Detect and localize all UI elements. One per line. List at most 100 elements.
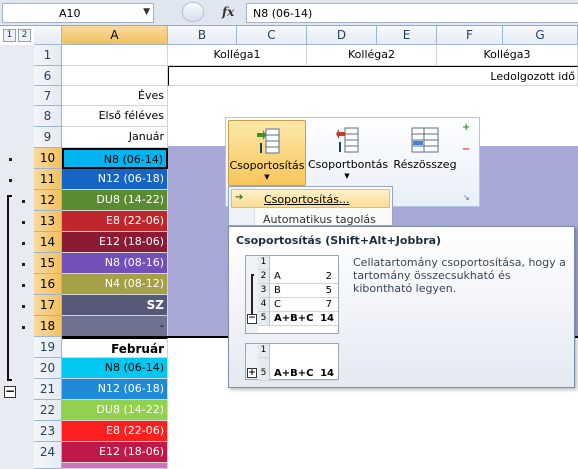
column-header-c[interactable]: C: [237, 26, 307, 45]
menu-item-group-label: Csoportosítás...: [264, 193, 350, 206]
cell-a18[interactable]: -: [62, 316, 168, 337]
cell-a17[interactable]: SZ: [62, 295, 168, 316]
insert-function-button[interactable]: fx: [222, 5, 234, 19]
outline-dot: [22, 263, 25, 266]
name-box[interactable]: A10 ▼: [2, 3, 154, 23]
cell-a13[interactable]: E8 (22-06): [62, 211, 168, 232]
hide-detail-icon[interactable]: −: [462, 144, 474, 155]
column-header-a[interactable]: A: [62, 26, 168, 45]
example-row-header: 3: [258, 284, 270, 298]
column-header-e[interactable]: E: [377, 26, 437, 45]
outline-level-1-button[interactable]: 1: [3, 29, 16, 42]
outline-level-2-button[interactable]: 2: [18, 29, 31, 42]
outline-dot: [9, 179, 12, 182]
cell-a14[interactable]: E12 (18-06): [62, 232, 168, 253]
example-bracket: [251, 274, 254, 318]
example-row: A+B+C 14: [270, 367, 338, 381]
outline-dot: [22, 221, 25, 224]
example-cell: 2: [325, 271, 332, 282]
row-header[interactable]: 1: [34, 45, 62, 66]
ungroup-button[interactable]: Csoportbontás ▼: [308, 120, 388, 186]
column-header-d[interactable]: D: [307, 26, 377, 45]
row-header[interactable]: 13: [34, 211, 62, 232]
row-header[interactable]: 14: [34, 232, 62, 253]
formula-input[interactable]: N8 (06-14): [246, 3, 578, 23]
cell-a6[interactable]: [62, 66, 168, 86]
ungroup-icon: [336, 127, 359, 153]
outline-dot: [22, 326, 25, 329]
select-all-corner[interactable]: [34, 26, 62, 45]
row-header[interactable]: 24: [34, 442, 62, 469]
row-header[interactable]: 21: [34, 379, 62, 400]
row-header[interactable]: 9: [34, 127, 62, 148]
chevron-down-icon: ▼: [264, 173, 270, 181]
row-header[interactable]: 12: [34, 190, 62, 211]
example-cell: 7: [325, 299, 332, 310]
subtotal-button[interactable]: Részösszeg: [390, 120, 460, 186]
cell-a7[interactable]: Éves: [62, 86, 168, 106]
example-expanded-table: 1 2 3 4 5 A2 B5 C7 A+B+C 14 −: [245, 255, 339, 334]
formula-value: N8 (06-14): [253, 7, 313, 20]
cell-a16[interactable]: N4 (08-12): [62, 274, 168, 295]
cell-a21[interactable]: N12 (06-18): [62, 379, 168, 400]
row-header[interactable]: 23: [34, 421, 62, 442]
example-cell: A+B+C: [274, 313, 314, 324]
cell-a12[interactable]: DU8 (14-22): [62, 190, 168, 211]
row-header[interactable]: 8: [34, 106, 62, 127]
row-header[interactable]: 18: [34, 316, 62, 337]
cell-a10[interactable]: N8 (06-14): [62, 148, 168, 169]
show-detail-icon[interactable]: +: [462, 122, 474, 133]
subtotal-icon: [411, 127, 439, 153]
row-header[interactable]: 16: [34, 274, 62, 295]
chevron-down-icon: ▼: [344, 172, 350, 180]
cell-a24[interactable]: E12 (18-06): [62, 442, 168, 463]
row-header[interactable]: 6: [34, 66, 62, 86]
header-kollega1[interactable]: Kolléga1: [168, 45, 307, 66]
row-header[interactable]: 19: [34, 337, 62, 358]
cell-a9[interactable]: Január: [62, 127, 168, 148]
row-header[interactable]: 17: [34, 295, 62, 316]
example-plus-icon: +: [247, 368, 257, 378]
example-cell: 14: [320, 368, 334, 379]
cell-a8[interactable]: Első féléves: [62, 106, 168, 127]
collapse-group-button[interactable]: −: [4, 385, 16, 398]
example-cell: C: [274, 299, 281, 310]
header-kollega3[interactable]: Kolléga3: [437, 45, 578, 66]
row-header[interactable]: 7: [34, 86, 62, 106]
example-cell: 5: [325, 285, 332, 296]
example-cell: B: [274, 285, 281, 296]
cell-a22[interactable]: DU8 (14-22): [62, 400, 168, 421]
tooltip-title: Csoportosítás (Shift+Alt+Jobbra): [236, 234, 442, 247]
name-box-value: A10: [59, 7, 81, 20]
example-row-header: 1: [258, 256, 270, 270]
menu-item-group[interactable]: Csoportosítás...: [231, 189, 390, 208]
cell-a19[interactable]: Február: [62, 337, 168, 358]
row-header[interactable]: 15: [34, 253, 62, 274]
group-button[interactable]: Csoportosítás ▼: [228, 120, 306, 186]
row-header[interactable]: 11: [34, 169, 62, 190]
example-row-header: 1: [258, 344, 270, 358]
tooltip-description: Cellatartomány csoportosítása, hogy a ta…: [353, 256, 566, 295]
cell-a1[interactable]: [62, 45, 168, 66]
menu-item-auto-outline[interactable]: Automatikus tagolás: [263, 213, 376, 226]
outline-pane: −: [0, 45, 34, 469]
column-header-f[interactable]: F: [437, 26, 503, 45]
cell-ledolgozott-ido[interactable]: Ledolgozott idő: [168, 66, 578, 86]
row-header[interactable]: 22: [34, 400, 62, 421]
column-header-b[interactable]: B: [168, 26, 237, 45]
collapse-formula-icon[interactable]: [182, 2, 204, 22]
outline-dot: [22, 200, 25, 203]
header-kollega2[interactable]: Kolléga2: [307, 45, 437, 66]
row-header[interactable]: 10: [34, 148, 62, 169]
row-header[interactable]: 20: [34, 358, 62, 379]
cell-a25[interactable]: [62, 463, 168, 469]
cell-a15[interactable]: N8 (08-16): [62, 253, 168, 274]
cell-a20[interactable]: N8 (06-14): [62, 358, 168, 379]
chevron-down-icon[interactable]: ▼: [143, 7, 150, 17]
cell-a11[interactable]: N12 (06-18): [62, 169, 168, 190]
dialog-launcher-icon[interactable]: ↘: [463, 193, 470, 202]
column-header-g[interactable]: G: [503, 26, 578, 45]
cell-a23[interactable]: E8 (22-06): [62, 421, 168, 442]
example-row: A+B+C 14: [270, 312, 338, 326]
example-row: B5: [270, 284, 338, 298]
